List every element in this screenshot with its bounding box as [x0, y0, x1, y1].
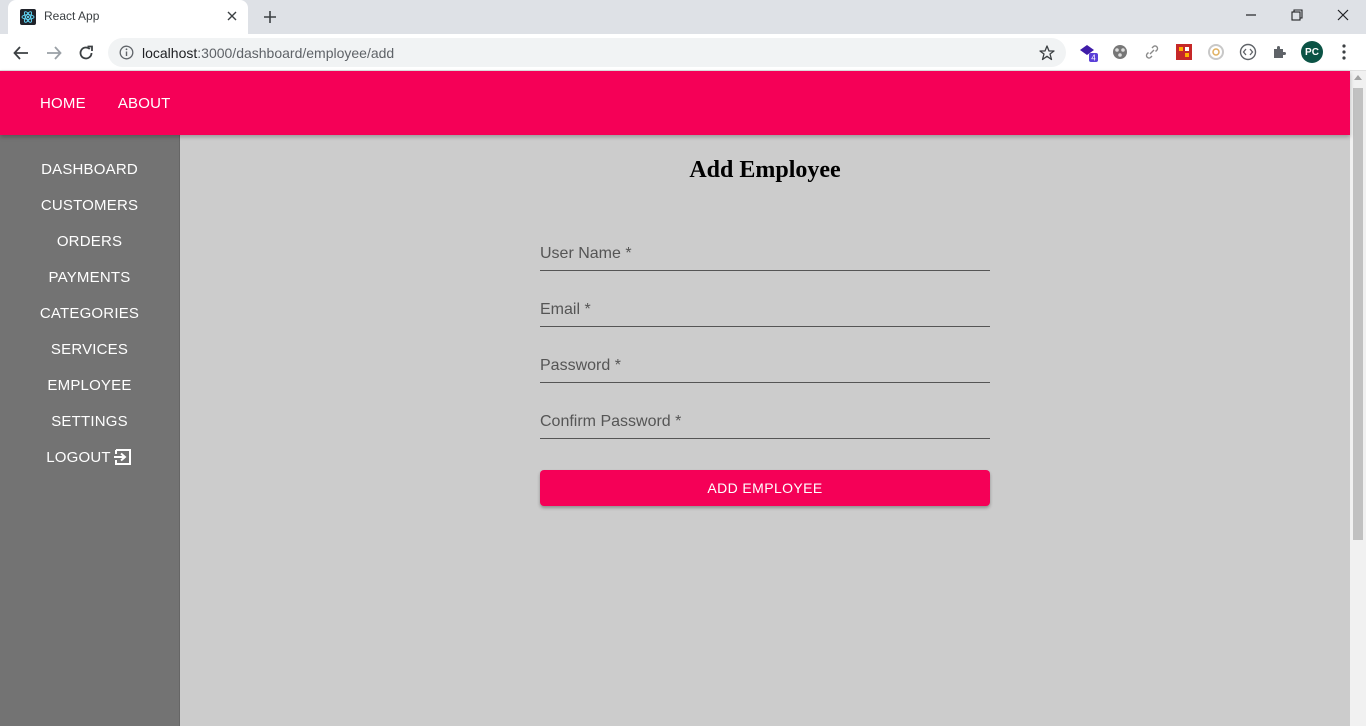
app-bar: HOME ABOUT	[0, 71, 1350, 135]
sidebar-list: DASHBOARD CUSTOMERS ORDERS PAYMENTS CATE…	[0, 135, 179, 475]
sidebar-item-services[interactable]: SERVICES	[0, 331, 179, 367]
reload-icon[interactable]	[74, 41, 98, 65]
url-host: localhost	[142, 45, 198, 61]
link-icon[interactable]	[1142, 42, 1162, 62]
url-text: localhost:3000/dashboard/employee/add	[142, 45, 394, 61]
sidebar-item-dashboard[interactable]: DASHBOARD	[0, 151, 179, 187]
sidebar-item-logout[interactable]: LOGOUT	[0, 439, 179, 475]
browser-toolbar: localhost:3000/dashboard/employee/add 4 …	[0, 34, 1366, 71]
back-arrow-icon[interactable]	[9, 41, 33, 65]
email-field[interactable]: Email *	[540, 291, 990, 327]
page-content: HOME ABOUT DASHBOARD CUSTOMERS ORDERS PA…	[0, 71, 1350, 726]
extension-stack-icon[interactable]: 4	[1078, 42, 1098, 62]
username-field[interactable]: User Name *	[540, 235, 990, 271]
sidebar-item-label: EMPLOYEE	[47, 376, 132, 394]
sidebar-item-orders[interactable]: ORDERS	[0, 223, 179, 259]
tab-close-icon[interactable]	[224, 8, 240, 24]
sidebar-item-label: ORDERS	[56, 232, 123, 250]
film-reel-icon[interactable]	[1110, 42, 1130, 62]
bookmark-star-icon[interactable]	[1038, 44, 1056, 62]
sidebar: DASHBOARD CUSTOMERS ORDERS PAYMENTS CATE…	[0, 135, 180, 726]
sidebar-item-payments[interactable]: PAYMENTS	[0, 259, 179, 295]
confirm-password-field[interactable]: Confirm Password *	[540, 403, 990, 439]
main-content: Add Employee User Name * Email * Passwor…	[180, 135, 1350, 726]
password-field[interactable]: Password *	[540, 347, 990, 383]
sidebar-item-label: DASHBOARD	[41, 160, 138, 178]
tab-strip: React App	[0, 0, 1366, 34]
email-input[interactable]	[540, 291, 990, 326]
sidebar-item-employee[interactable]: EMPLOYEE	[0, 367, 179, 403]
red-grid-extension-icon[interactable]	[1174, 42, 1194, 62]
nav-about-link[interactable]: ABOUT	[102, 89, 187, 118]
react-logo-icon	[20, 9, 36, 25]
confirm-password-input[interactable]	[540, 403, 990, 438]
sidebar-item-label: PAYMENTS	[48, 268, 131, 286]
add-employee-button[interactable]: ADD EMPLOYEE	[540, 470, 990, 506]
code-extension-icon[interactable]	[1238, 42, 1258, 62]
new-tab-icon[interactable]	[260, 7, 280, 27]
password-input[interactable]	[540, 347, 990, 382]
address-bar[interactable]: localhost:3000/dashboard/employee/add	[108, 38, 1066, 67]
extension-badge: 4	[1091, 54, 1096, 63]
nav-home-link[interactable]: HOME	[24, 89, 102, 118]
sidebar-item-label: SERVICES	[50, 340, 129, 358]
sidebar-item-label: CUSTOMERS	[40, 196, 139, 214]
restore-icon[interactable]	[1286, 4, 1308, 26]
sidebar-item-customers[interactable]: CUSTOMERS	[0, 187, 179, 223]
forward-arrow-icon[interactable]	[42, 41, 66, 65]
scroll-up-arrow-icon[interactable]	[1354, 75, 1362, 80]
page-title: Add Employee	[689, 157, 841, 183]
add-employee-form: User Name * Email * Password * Confirm P…	[540, 235, 990, 506]
sidebar-item-label: CATEGORIES	[39, 304, 140, 322]
username-input[interactable]	[540, 235, 990, 270]
url-path: :3000/dashboard/employee/add	[197, 45, 395, 61]
sidebar-item-categories[interactable]: CATEGORIES	[0, 295, 179, 331]
page-scrollbar[interactable]	[1350, 71, 1366, 726]
info-icon[interactable]	[119, 45, 134, 60]
close-window-icon[interactable]	[1332, 4, 1354, 26]
tab-title: React App	[44, 9, 100, 23]
sidebar-item-settings[interactable]: SETTINGS	[0, 403, 179, 439]
scrollbar-thumb[interactable]	[1353, 88, 1363, 540]
logout-icon	[113, 447, 133, 467]
browser-tab[interactable]: React App	[8, 0, 248, 34]
minimize-icon[interactable]	[1240, 4, 1262, 26]
swirl-extension-icon[interactable]	[1206, 42, 1226, 62]
sidebar-item-label: SETTINGS	[51, 412, 128, 430]
browser-menu-icon[interactable]	[1336, 42, 1352, 62]
profile-avatar[interactable]: PC	[1301, 41, 1323, 63]
puzzle-extensions-icon[interactable]	[1270, 42, 1290, 62]
sidebar-item-label: LOGOUT	[46, 448, 111, 466]
